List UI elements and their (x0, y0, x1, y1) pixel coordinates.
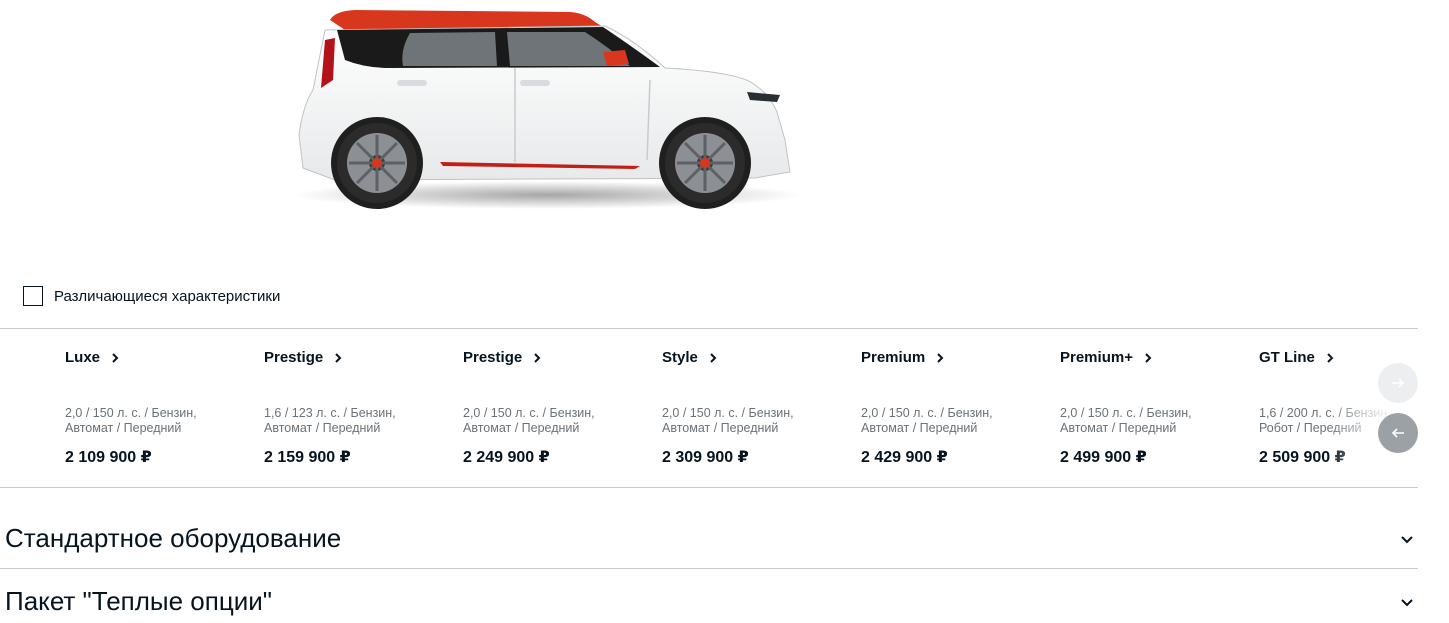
trim-link[interactable]: Luxe (65, 349, 121, 366)
trim-link[interactable]: Premium+ (1060, 349, 1154, 366)
trim-link[interactable]: Prestige (264, 349, 344, 366)
trim-spec: 2,0 / 150 л. с. / Бензин, Автомат / Пере… (1060, 406, 1192, 436)
chevron-right-icon (112, 352, 119, 363)
trim-spec-line1: 2,0 / 150 л. с. / Бензин, (65, 406, 197, 420)
carousel-prev-button[interactable] (1378, 413, 1418, 453)
trim-spec: 2,0 / 150 л. с. / Бензин, Автомат / Пере… (861, 406, 993, 436)
section-standard-equipment[interactable]: Стандартное оборудование (0, 509, 1418, 569)
trim-link[interactable]: GT Line (1259, 349, 1336, 366)
trim-carousel: Luxe 2,0 / 150 л. с. / Бензин, Автомат /… (0, 328, 1418, 488)
chevron-right-icon (335, 352, 342, 363)
trim-name: Style (662, 349, 698, 366)
trim-price: 2 499 900 ₽ (1060, 449, 1147, 466)
section-title: Пакет "Теплые опции" (5, 586, 272, 616)
trim-spec-line2: Автомат / Передний (861, 421, 978, 435)
trim-spec-line1: 1,6 / 123 л. с. / Бензин, (264, 406, 396, 420)
trim-name: Luxe (65, 349, 101, 366)
trim-card[interactable]: Style 2,0 / 150 л. с. / Бензин, Автомат … (662, 329, 861, 487)
chevron-right-icon (534, 352, 541, 363)
trim-spec: 2,0 / 150 л. с. / Бензин, Автомат / Пере… (662, 406, 794, 436)
carousel-next-button[interactable] (1378, 363, 1418, 403)
chevron-down-icon (1401, 536, 1413, 544)
trim-price: 2 429 900 ₽ (861, 449, 948, 466)
trim-name: Premium (861, 349, 926, 366)
car-image (285, 0, 830, 225)
trim-spec-line2: Автомат / Передний (662, 421, 779, 435)
trim-card[interactable]: Prestige 2,0 / 150 л. с. / Бензин, Автом… (463, 329, 662, 487)
trim-link[interactable]: Prestige (463, 349, 543, 366)
trim-spec-line2: Автомат / Передний (463, 421, 580, 435)
chevron-right-icon (937, 352, 944, 363)
trim-name: Prestige (264, 349, 324, 366)
chevron-right-icon (1145, 352, 1152, 363)
diff-filter[interactable]: Различающиеся характеристики (23, 286, 280, 306)
diff-label: Различающиеся характеристики (54, 287, 281, 305)
trim-spec-line2: Автомат / Передний (1060, 421, 1177, 435)
car-illustration (292, 10, 802, 209)
chevron-down-icon (1401, 599, 1413, 607)
arrow-left-icon (1391, 428, 1404, 438)
arrow-right-icon (1392, 378, 1405, 388)
trim-spec: 2,0 / 150 л. с. / Бензин, Автомат / Пере… (463, 406, 595, 436)
trim-price: 2 309 900 ₽ (662, 449, 749, 466)
carousel-fade (1328, 329, 1418, 487)
trim-spec-line1: 2,0 / 150 л. с. / Бензин, (463, 406, 595, 420)
trim-card[interactable]: Premium+ 2,0 / 150 л. с. / Бензин, Автом… (1060, 329, 1259, 487)
trim-spec-line1: 2,0 / 150 л. с. / Бензин, (1060, 406, 1192, 420)
trim-spec: 2,0 / 150 л. с. / Бензин, Автомат / Пере… (65, 406, 197, 436)
section-warm-options[interactable]: Пакет "Теплые опции" (0, 572, 1418, 623)
trim-name: Prestige (463, 349, 523, 366)
trim-link[interactable]: Style (662, 349, 719, 366)
trim-spec-line1: 2,0 / 150 л. с. / Бензин, (662, 406, 794, 420)
trim-spec-line1: 2,0 / 150 л. с. / Бензин, (861, 406, 993, 420)
trim-price: 2 249 900 ₽ (463, 449, 550, 466)
section-title: Стандартное оборудование (5, 523, 342, 553)
trim-spec-line2: Автомат / Передний (264, 421, 381, 435)
trim-card[interactable]: Luxe 2,0 / 150 л. с. / Бензин, Автомат /… (65, 329, 264, 487)
trim-card[interactable]: Prestige 1,6 / 123 л. с. / Бензин, Автом… (264, 329, 463, 487)
trim-name: Premium+ (1060, 349, 1133, 366)
trim-name: GT Line (1259, 349, 1315, 366)
trim-price: 2 159 900 ₽ (264, 449, 351, 466)
trim-card[interactable]: Premium 2,0 / 150 л. с. / Бензин, Автома… (861, 329, 1060, 487)
diff-checkbox[interactable] (23, 286, 43, 306)
trim-spec: 1,6 / 123 л. с. / Бензин, Автомат / Пере… (264, 406, 396, 436)
trim-spec-line2: Автомат / Передний (65, 421, 182, 435)
trim-price: 2 109 900 ₽ (65, 449, 152, 466)
trim-link[interactable]: Premium (861, 349, 946, 366)
chevron-right-icon (710, 352, 717, 363)
